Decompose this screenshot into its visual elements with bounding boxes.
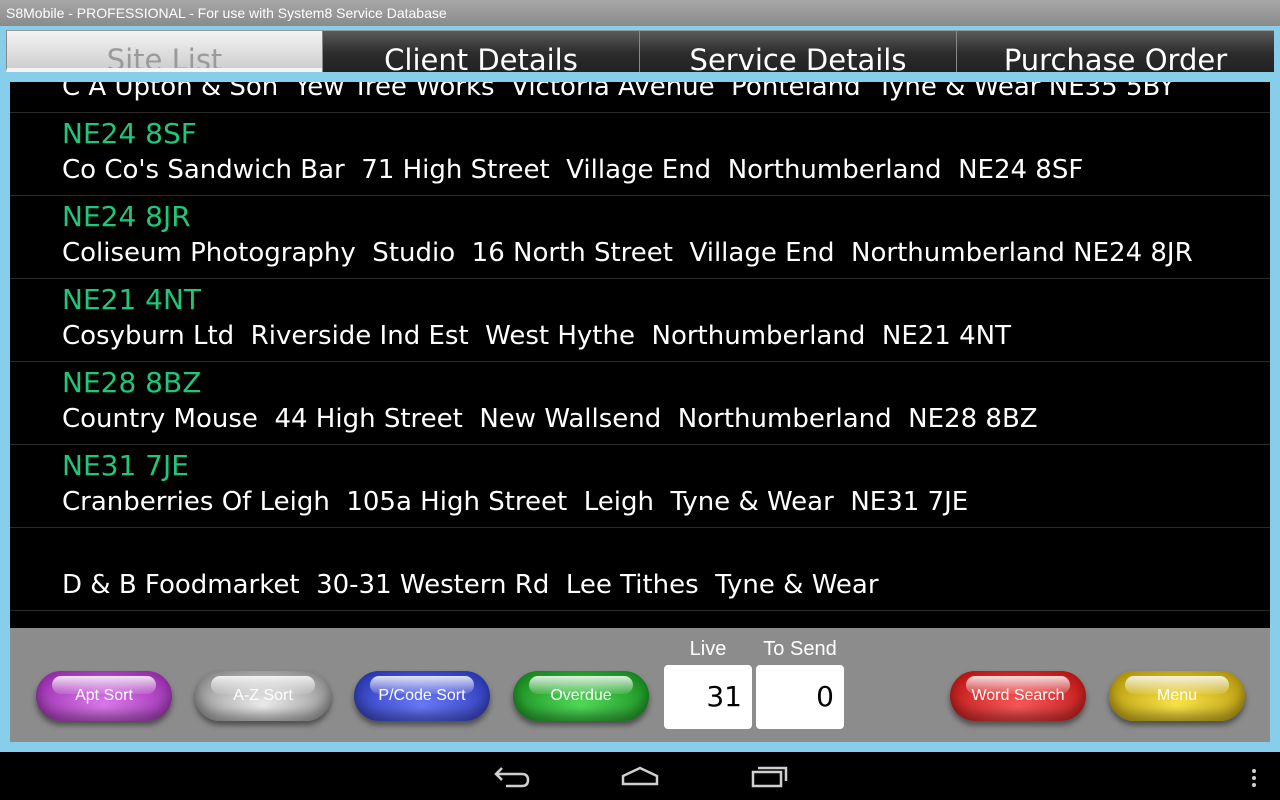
site-row[interactable]: NE31 7JE Cranberries Of Leigh 105a High … — [10, 445, 1270, 528]
site-row[interactable]: NE24 8SF Co Co's Sandwich Bar 71 High St… — [10, 113, 1270, 196]
az-sort-label: A-Z Sort — [233, 687, 293, 704]
site-row[interactable]: D & B Foodmarket 30-31 Western Rd Lee Ti… — [10, 528, 1270, 611]
back-icon[interactable] — [492, 760, 532, 794]
site-row[interactable]: NE21 4NT Cosyburn Ltd Riverside Ind Est … — [10, 279, 1270, 362]
tab-service-details[interactable]: Service Details — [639, 30, 956, 72]
to-send-label: To Send — [763, 638, 837, 660]
bottom-toolbar: Apt Sort A-Z Sort P/Code Sort Overdue Li… — [10, 628, 1270, 742]
home-icon[interactable] — [620, 760, 660, 794]
site-address: Cosyburn Ltd Riverside Ind Est West Hyth… — [62, 321, 1011, 351]
tab-client-details[interactable]: Client Details — [322, 30, 639, 72]
site-address: Cranberries Of Leigh 105a High Street Le… — [62, 487, 969, 517]
site-address: Coliseum Photography Studio 16 North Str… — [62, 238, 1193, 268]
menu-label: Menu — [1156, 687, 1198, 704]
word-search-button[interactable]: Word Search — [950, 671, 1086, 721]
site-postcode: NE24 8JR — [62, 200, 191, 233]
pcode-sort-button[interactable]: P/Code Sort — [354, 671, 490, 721]
site-postcode: NE31 7JE — [62, 449, 189, 482]
tab-bar: Site List Client Details Service Details… — [6, 30, 1274, 74]
site-address: D & B Foodmarket 30-31 Western Rd Lee Ti… — [62, 570, 879, 600]
pcode-sort-label: P/Code Sort — [378, 687, 466, 704]
site-postcode: NE28 8BZ — [62, 366, 202, 399]
az-sort-button[interactable]: A-Z Sort — [195, 671, 331, 721]
system-nav-bar — [0, 752, 1280, 800]
to-send-count: 0 — [756, 665, 844, 729]
overflow-menu-icon[interactable] — [1248, 760, 1260, 794]
menu-button[interactable]: Menu — [1109, 671, 1245, 721]
site-row[interactable]: NE28 8BZ Country Mouse 44 High Street Ne… — [10, 362, 1270, 445]
live-label: Live — [689, 638, 727, 660]
overdue-button[interactable]: Overdue — [513, 671, 649, 721]
site-postcode: NE24 8SF — [62, 117, 197, 150]
recent-apps-icon[interactable] — [750, 760, 790, 794]
apt-sort-button[interactable]: Apt Sort — [36, 671, 172, 721]
site-address: C A Upton & Son Yew Tree Works Victoria … — [62, 82, 1175, 102]
site-list[interactable]: C A Upton & Son Yew Tree Works Victoria … — [10, 82, 1270, 628]
live-count: 31 — [664, 665, 752, 729]
site-row[interactable]: NE24 8JR Coliseum Photography Studio 16 … — [10, 196, 1270, 279]
tab-site-list[interactable]: Site List — [6, 30, 322, 72]
site-address: Country Mouse 44 High Street New Wallsen… — [62, 404, 1038, 434]
tab-purchase-order[interactable]: Purchase Order — [956, 30, 1274, 72]
apt-sort-label: Apt Sort — [75, 687, 133, 704]
word-search-label: Word Search — [971, 687, 1065, 704]
overdue-label: Overdue — [550, 687, 612, 704]
site-postcode: NE21 4NT — [62, 283, 202, 316]
window-title: S8Mobile - PROFESSIONAL - For use with S… — [0, 0, 1280, 26]
site-address: Co Co's Sandwich Bar 71 High Street Vill… — [62, 155, 1084, 185]
site-row[interactable]: C A Upton & Son Yew Tree Works Victoria … — [10, 82, 1270, 113]
